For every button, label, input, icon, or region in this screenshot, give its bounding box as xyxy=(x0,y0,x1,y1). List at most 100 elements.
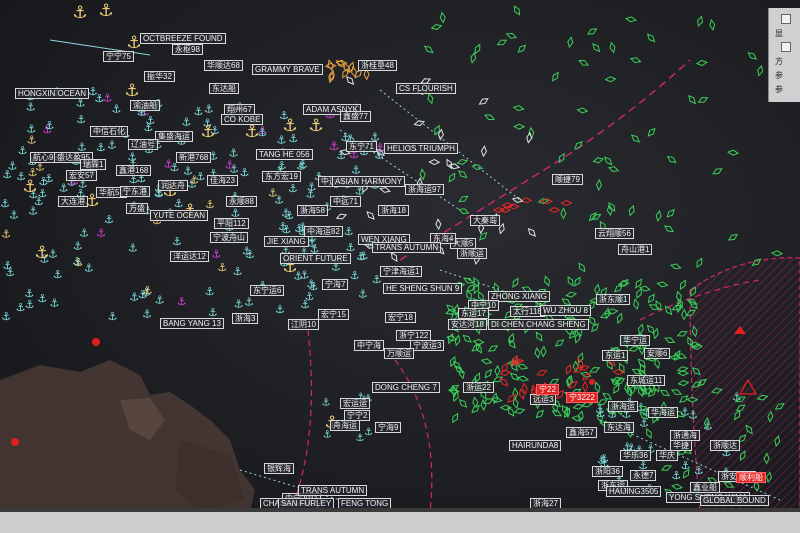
vessel-icon[interactable] xyxy=(487,344,499,354)
vessel-icon[interactable] xyxy=(676,329,688,338)
vessel-label[interactable]: 佳海23 xyxy=(207,175,238,186)
vessel-icon[interactable] xyxy=(448,163,461,170)
vessel-icon[interactable] xyxy=(518,388,526,400)
vessel-icon[interactable] xyxy=(726,149,740,156)
vessel-icon[interactable] xyxy=(573,276,583,287)
anchor-icon[interactable]: ⚓ xyxy=(229,146,239,159)
toggle-checkbox[interactable] xyxy=(781,42,791,52)
vessel-label[interactable]: YUTE OCEAN xyxy=(150,210,209,221)
anchor-icon[interactable]: ⚓ xyxy=(9,208,19,221)
anchor-icon[interactable]: ⚓ xyxy=(307,180,317,193)
vessel-icon[interactable] xyxy=(379,186,391,193)
vessel-label[interactable]: 大连港 xyxy=(58,196,88,207)
anchor-icon[interactable]: ⚓ xyxy=(244,122,259,142)
vessel-icon[interactable] xyxy=(606,204,613,217)
vessel-label[interactable]: 集盛海运 xyxy=(155,131,193,142)
anchor-icon[interactable]: ⚓ xyxy=(308,116,323,136)
vessel-icon[interactable] xyxy=(582,380,589,393)
vessel-label[interactable]: 中远71 xyxy=(330,196,361,207)
vessel-icon[interactable] xyxy=(548,206,561,214)
vessel-label[interactable]: 洋运达12 xyxy=(170,251,209,262)
vessel-icon[interactable] xyxy=(675,290,682,303)
vessel-icon[interactable] xyxy=(324,62,337,69)
anchor-icon[interactable]: ⚓ xyxy=(104,213,114,226)
vessel-label[interactable]: 大秦岛 xyxy=(470,215,500,226)
vessel-label[interactable]: OCTBREEZE FOUND xyxy=(140,33,226,44)
vessel-icon[interactable] xyxy=(521,382,528,395)
vessel-icon[interactable] xyxy=(428,158,441,166)
anchor-icon[interactable]: ⚓ xyxy=(182,115,192,128)
vessel-icon[interactable] xyxy=(756,64,764,77)
side-item-param[interactable]: 参 xyxy=(775,84,783,95)
vessel-icon[interactable] xyxy=(576,107,589,114)
vessel-label[interactable]: 华庆 xyxy=(656,450,678,461)
vessel-icon[interactable] xyxy=(665,208,676,219)
anchor-icon[interactable]: ⚓ xyxy=(183,164,193,177)
vessel-icon[interactable] xyxy=(511,277,520,288)
vessel-icon[interactable] xyxy=(365,210,376,221)
vessel-label[interactable]: 安达河18 xyxy=(448,319,487,330)
vessel-label[interactable]: CS FLOURISH xyxy=(396,83,456,94)
vessel-label[interactable]: HELIOS TRIUMPH xyxy=(384,143,458,154)
vessel-icon[interactable] xyxy=(571,415,584,422)
vessel-icon[interactable] xyxy=(671,483,684,490)
vessel-icon[interactable] xyxy=(433,124,442,136)
vessel-icon[interactable] xyxy=(644,427,653,439)
anchor-icon[interactable]: ⚓ xyxy=(37,292,47,305)
vessel-label[interactable]: 东宁运6 xyxy=(250,285,285,296)
anchor-icon[interactable]: ⚓ xyxy=(344,225,354,238)
vessel-label[interactable]: 东达船 xyxy=(209,83,239,94)
vessel-label[interactable]: 浙海运 xyxy=(608,401,638,412)
anchor-icon[interactable]: ⚓ xyxy=(164,157,174,170)
anchor-icon[interactable]: ⚓ xyxy=(5,266,15,279)
vessel-icon[interactable] xyxy=(551,71,561,82)
vessel-icon[interactable] xyxy=(446,333,454,345)
vessel-icon[interactable] xyxy=(458,207,470,215)
vessel-label[interactable]: 东宁71 xyxy=(346,141,377,152)
vessel-icon[interactable] xyxy=(696,15,704,28)
vessel-icon[interactable] xyxy=(389,251,399,263)
anchor-icon[interactable]: ⚓ xyxy=(671,469,681,482)
vessel-icon[interactable] xyxy=(612,369,625,376)
vessel-label[interactable]: 东达海 xyxy=(604,422,634,433)
anchor-icon[interactable]: ⚓ xyxy=(305,290,315,303)
vessel-icon[interactable] xyxy=(588,211,598,222)
vessel-label[interactable]: DONG CHENG 7 xyxy=(372,382,440,393)
vessel-icon[interactable] xyxy=(345,75,355,86)
hazard-marker[interactable] xyxy=(92,338,100,346)
vessel-label[interactable]: 宁宁75 xyxy=(103,51,134,62)
vessel-icon[interactable] xyxy=(637,323,644,336)
vessel-icon[interactable] xyxy=(426,92,434,105)
vessel-icon[interactable] xyxy=(513,123,526,130)
anchor-icon[interactable]: ⚓ xyxy=(321,398,330,409)
vessel-icon[interactable] xyxy=(646,324,656,335)
vessel-label[interactable]: 瑞霖1 xyxy=(80,159,107,170)
vessel-icon[interactable] xyxy=(557,152,566,164)
vessel-icon[interactable] xyxy=(646,127,656,138)
vessel-icon[interactable] xyxy=(483,368,493,379)
vessel-label[interactable]: 华顺达68 xyxy=(204,60,243,71)
vessel-icon[interactable] xyxy=(478,97,489,107)
vessel-icon[interactable] xyxy=(513,407,526,414)
vessel-icon[interactable] xyxy=(671,388,683,397)
anchor-icon[interactable]: ⚓ xyxy=(49,297,59,310)
vessel-label[interactable]: 云翔顺56 xyxy=(595,228,634,239)
vessel-icon[interactable] xyxy=(676,366,689,373)
vessel-icon[interactable] xyxy=(511,196,524,203)
vessel-icon[interactable] xyxy=(659,388,671,398)
vessel-icon[interactable] xyxy=(535,409,546,420)
vessel-icon[interactable] xyxy=(512,387,519,400)
vessel-label[interactable]: 宁津海运1 xyxy=(380,266,423,277)
vessel-icon[interactable] xyxy=(560,200,573,207)
vessel-icon[interactable] xyxy=(484,113,496,122)
anchor-icon[interactable]: ⚓ xyxy=(172,235,182,248)
anchor-icon[interactable]: ⚓ xyxy=(278,220,288,233)
anchor-icon[interactable]: ⚓ xyxy=(211,248,221,261)
vessel-icon[interactable] xyxy=(480,145,487,158)
vessel-icon[interactable] xyxy=(526,131,533,144)
vessel-label[interactable]: DI CHEN CHANG SHENG xyxy=(488,319,589,330)
vessel-label[interactable]: 浙海3 xyxy=(232,313,259,324)
vessel-icon[interactable] xyxy=(437,128,444,141)
vessel-icon[interactable] xyxy=(677,380,690,387)
vessel-icon[interactable] xyxy=(516,43,527,54)
